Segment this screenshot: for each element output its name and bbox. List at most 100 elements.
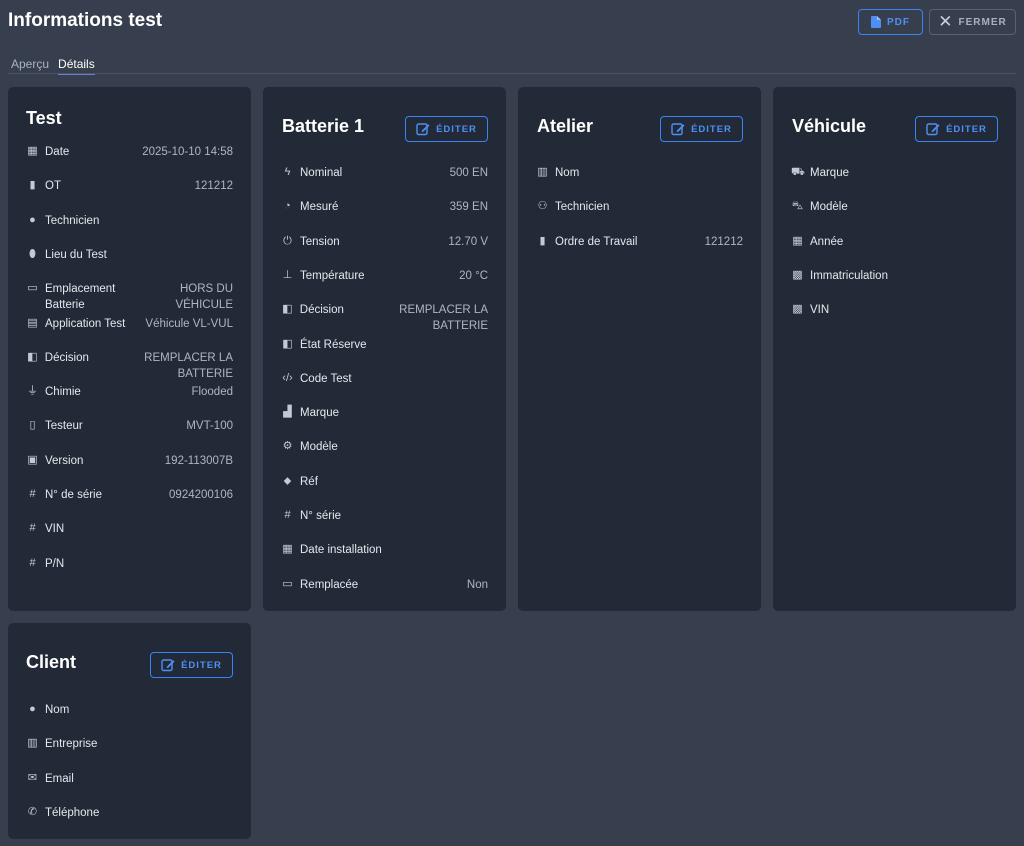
calendar-icon: ▦: [282, 543, 293, 556]
workshop-edit-button[interactable]: ÉDITER: [660, 116, 743, 142]
battery-row-r-f: ⬥ Réf: [281, 474, 488, 490]
vehicle-card: Véhicule ÉDITER ⛟ Marque ⛍ Modèle ▦ Année ▩ Imm…: [773, 87, 1016, 611]
close-icon: ✕: [938, 12, 953, 31]
user-gear-icon: ⚇: [537, 200, 548, 213]
battery-edit-button[interactable]: ÉDITER: [405, 116, 488, 142]
vehicle-row-vin: ▩ VIN: [791, 302, 998, 318]
test-row-label: Emplacement Batterie: [45, 283, 116, 312]
test-row-p-n: # P/N: [26, 556, 233, 572]
battery-row-marque: ▟ Marque: [281, 405, 488, 421]
vehicle-row-label: Immatriculation: [810, 269, 888, 282]
test-row-lieu-du-test: ⬮ Lieu du Test: [26, 247, 233, 263]
clipboard-list-icon: ▤: [27, 316, 38, 329]
client-row-label: Téléphone: [45, 806, 100, 819]
test-row-value: MVT-100: [186, 420, 233, 433]
tag-icon: ⬥: [283, 474, 292, 487]
workshop-row-value: 121212: [704, 235, 743, 248]
vehicle-row-marque: ⛟ Marque: [791, 165, 998, 181]
battery-row-value: 12.70 V: [448, 235, 488, 248]
test-row-label: Version: [45, 454, 84, 467]
id-card-icon: ▩: [792, 303, 803, 316]
battery-icon: ▭: [27, 282, 38, 295]
pdf-button-label: PDF: [887, 16, 910, 28]
test-row-application-test: ▤ Application Test Véhicule VL-VUL: [26, 316, 233, 332]
test-row-value: 192-113007B: [164, 454, 233, 467]
page-title: Informations test: [8, 10, 163, 31]
battery-row-label: N° série: [300, 510, 342, 522]
test-row-n-de-s-rie: # N° de série 0924200106: [26, 487, 233, 503]
edit-icon: [416, 122, 430, 136]
battery-icon: ▭: [282, 577, 293, 590]
file-decision-icon: ◧: [282, 337, 293, 350]
thermometer-icon: ⊥: [282, 268, 293, 281]
id-card-icon: ▩: [792, 268, 803, 281]
battery-row-value: 500 EN: [449, 167, 488, 179]
test-row-label: Décision: [44, 351, 89, 364]
test-row-chimie: ⏚ Chimie Flooded: [26, 384, 233, 400]
flask-icon: ⏚: [27, 385, 38, 398]
building-icon: ▥: [27, 737, 38, 750]
battery-row-label: Réf: [300, 475, 318, 488]
battery-row-mod-le: ⚙ Modèle: [281, 439, 488, 455]
test-row-value: HORS DU VÉHICULE: [175, 283, 233, 312]
vehicle-edit-button[interactable]: ÉDITER: [915, 116, 998, 142]
calendar-icon: ▦: [792, 234, 803, 247]
edit-icon: [926, 122, 940, 136]
workshop-row-nom: ▥ Nom: [536, 165, 743, 181]
vehicle-card-title: Véhicule: [792, 116, 867, 136]
gauge-icon: ◔: [284, 200, 291, 213]
warehouse-icon: ▥: [537, 166, 548, 178]
vehicle-row-immatriculation: ▩ Immatriculation: [791, 268, 998, 284]
battery-row-temp-rature: ⊥ Température 20 °C: [281, 268, 488, 284]
test-row-label: Chimie: [45, 386, 81, 399]
hash-icon: #: [29, 488, 36, 500]
battery-row-label: Date installation: [300, 544, 382, 557]
battery-row-value: Non: [466, 578, 488, 591]
client-row-label: Entreprise: [45, 738, 98, 751]
battery-row-label: Tension: [300, 235, 340, 248]
workshop-card: Atelier ÉDITER ▥ Nom ⚇ Technicien ▮ Ordre de …: [518, 87, 761, 611]
test-row-label: Application Test: [45, 317, 126, 330]
client-row-email: ✉ Email: [26, 771, 233, 787]
vehicle-row-label: Année: [810, 235, 844, 248]
close-button[interactable]: ✕ FERMER: [929, 9, 1016, 35]
tab-divider: [8, 73, 1016, 74]
test-row-ot: ▮ OT 121212: [26, 178, 233, 194]
client-card: Client ÉDITER ● Nom ▥ Entreprise ✉ Email ✆ Télé…: [8, 623, 251, 839]
test-row-label: Testeur: [45, 420, 83, 433]
hash-icon: #: [29, 556, 36, 569]
vehicle-row-label: Modèle: [810, 201, 848, 214]
battery-row-label: Remplacée: [300, 578, 359, 591]
close-button-label: FERMER: [958, 16, 1007, 28]
workshop-edit-label: ÉDITER: [691, 123, 732, 135]
workshop-row-label: Ordre de Travail: [555, 235, 638, 248]
test-row-vin: # VIN: [26, 521, 233, 537]
client-row-t-l-phone: ✆ Téléphone: [26, 805, 233, 821]
test-row-value: 0924200106: [169, 489, 233, 501]
client-card-title: Client: [26, 652, 77, 672]
workshop-row-ordre-de-travail: ▮ Ordre de Travail 121212: [536, 234, 743, 250]
tablet-icon: ▯: [29, 419, 36, 432]
workshop-row-technicien: ⚇ Technicien: [536, 199, 743, 215]
pdf-button[interactable]: PDF: [858, 9, 923, 35]
test-row-emplacement-batterie: ▭ Emplacement Batterie HORS DU VÉHICULE: [26, 281, 233, 313]
client-row-label: Email: [45, 772, 74, 785]
battery-row-nominal: ϟ Nominal 500 EN: [281, 165, 488, 181]
battery-row-value: 20 °C: [459, 269, 488, 282]
gears-icon: ⚙: [282, 440, 293, 453]
battery-card: Batterie 1 ÉDITER ϟ Nominal 500 EN ◔ Mesuré 3…: [263, 87, 506, 611]
battery-row-tension: ⏻ Tension 12.70 V: [281, 234, 488, 250]
battery-row-label: Nominal: [300, 167, 343, 179]
test-row-value: 2025-10-10 14:58: [142, 146, 233, 158]
test-row-label: N° de série: [45, 489, 103, 501]
battery-row-remplac-e: ▭ Remplacée Non: [281, 577, 488, 593]
vehicle-edit-label: ÉDITER: [946, 123, 987, 135]
battery-edit-label: ÉDITER: [436, 123, 477, 135]
test-row-value: 121212: [194, 180, 233, 193]
car-side-icon: ⛍: [791, 200, 804, 213]
client-edit-button[interactable]: ÉDITER: [150, 652, 233, 678]
battery-row-date-installation: ▦ Date installation: [281, 542, 488, 558]
test-card: Test ▦ Date 2025-10-10 14:58 ▮ OT 121212 ● Tech…: [8, 87, 251, 611]
test-row-date: ▦ Date 2025-10-10 14:58: [26, 144, 233, 160]
battery-row-n-s-rie: # N° série: [281, 508, 488, 524]
